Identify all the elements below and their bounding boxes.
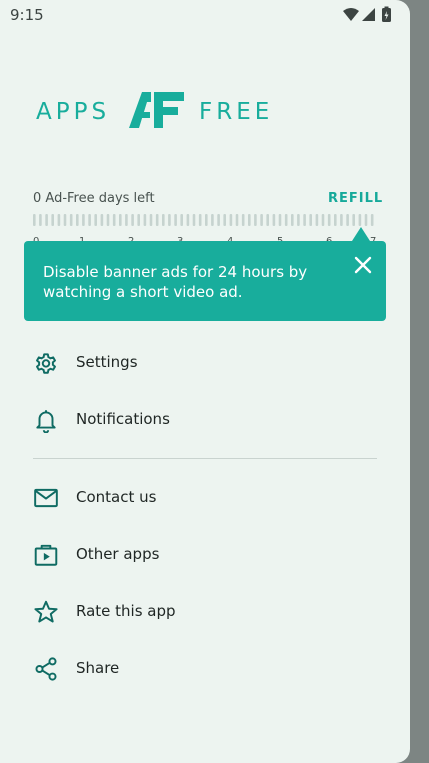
progress-tick — [346, 214, 349, 226]
progress-tick — [284, 214, 288, 226]
progress-tick — [149, 214, 153, 226]
tooltip-message: Disable banner ads for 24 hours by watch… — [43, 263, 308, 301]
progress-tick — [125, 214, 128, 226]
progress-tick — [217, 214, 220, 226]
menu-item-rate-this-app[interactable]: Rate this app — [33, 592, 377, 632]
progress-tick — [278, 214, 282, 226]
progress-tick — [241, 214, 245, 226]
wifi-icon — [343, 8, 359, 21]
progress-tick — [106, 214, 110, 226]
menu-item-notifications[interactable]: Notifications — [33, 400, 377, 440]
progress-tick — [315, 214, 319, 226]
menu-item-label: Settings — [76, 353, 138, 371]
progress-tick — [180, 214, 183, 226]
progress-tick — [248, 214, 251, 226]
play-store-icon — [34, 544, 58, 566]
progress-tick — [57, 214, 61, 226]
progress-tick — [334, 214, 337, 226]
navigation-drawer: 9:15 APPS FREE 0 Ad-Free days left REFIL… — [0, 0, 410, 763]
progress-tick — [260, 214, 263, 226]
status-bar: 9:15 — [0, 0, 410, 30]
progress-tick — [340, 214, 343, 226]
progress-tick — [174, 214, 177, 226]
progress-tick — [205, 214, 208, 226]
status-icons — [342, 6, 400, 28]
progress-tick — [321, 214, 325, 226]
logo-mark — [129, 92, 184, 128]
progress-tick — [112, 214, 116, 226]
logo-text-free: FREE — [199, 99, 273, 125]
progress-tick — [76, 214, 79, 226]
cell-signal-icon — [362, 8, 375, 21]
progress-tick — [192, 214, 196, 226]
ad-free-days-label: 0 Ad-Free days left — [33, 191, 155, 206]
share-icon — [35, 657, 57, 681]
progress-tick — [69, 214, 73, 226]
progress-tick — [291, 214, 294, 226]
progress-tick — [88, 214, 91, 226]
progress-tick — [39, 214, 42, 226]
progress-tick — [119, 214, 122, 226]
battery-icon — [382, 6, 391, 22]
menu-item-settings[interactable]: Settings — [33, 343, 377, 383]
progress-tick — [254, 214, 257, 226]
progress-tick — [229, 214, 233, 226]
menu-item-label: Other apps — [76, 545, 160, 563]
close-icon[interactable] — [352, 254, 374, 276]
app-logo: APPS FREE — [36, 90, 276, 134]
menu-item-contact-us[interactable]: Contact us — [33, 478, 377, 518]
menu-divider — [33, 458, 377, 459]
progress-tick — [370, 214, 374, 226]
progress-tick — [266, 214, 269, 226]
progress-tick — [303, 214, 306, 226]
menu-item-label: Rate this app — [76, 602, 176, 620]
menu-item-other-apps[interactable]: Other apps — [33, 535, 377, 575]
progress-tick — [352, 214, 355, 226]
progress-tick — [223, 214, 226, 226]
menu-item-label: Notifications — [76, 410, 170, 428]
menu-item-label: Contact us — [76, 488, 157, 506]
logo-text-apps: APPS — [36, 99, 110, 125]
progress-tick — [235, 214, 239, 226]
progress-tick — [45, 214, 48, 226]
progress-tick — [198, 214, 202, 226]
status-time: 9:15 — [10, 6, 44, 24]
progress-tick — [327, 214, 331, 226]
menu-item-label: Share — [76, 659, 120, 677]
progress-tick — [100, 214, 104, 226]
progress-tick — [297, 214, 300, 226]
refill-tooltip: Disable banner ads for 24 hours by watch… — [24, 241, 386, 321]
menu-item-share[interactable]: Share — [33, 649, 377, 689]
progress-tick — [82, 214, 85, 226]
progress-tick — [94, 214, 97, 226]
tooltip-arrow — [352, 227, 370, 241]
progress-tick — [137, 214, 140, 226]
bell-icon — [36, 410, 56, 433]
star-icon — [34, 600, 58, 623]
progress-tick — [211, 214, 214, 226]
progress-tick — [272, 214, 276, 226]
progress-tick — [143, 214, 147, 226]
progress-tick — [358, 214, 362, 226]
progress-tick — [186, 214, 190, 226]
refill-button[interactable]: REFILL — [328, 191, 383, 206]
progress-tick — [131, 214, 134, 226]
progress-tick — [162, 214, 165, 226]
progress-tick — [33, 214, 36, 226]
progress-tick — [155, 214, 159, 226]
progress-tick — [168, 214, 171, 226]
mail-icon — [34, 488, 58, 508]
progress-tick — [364, 214, 368, 226]
progress-tick — [51, 214, 54, 226]
gear-icon — [36, 353, 56, 374]
progress-tick — [63, 214, 67, 226]
ad-free-progress-ticks — [33, 214, 374, 226]
progress-tick — [309, 214, 312, 226]
